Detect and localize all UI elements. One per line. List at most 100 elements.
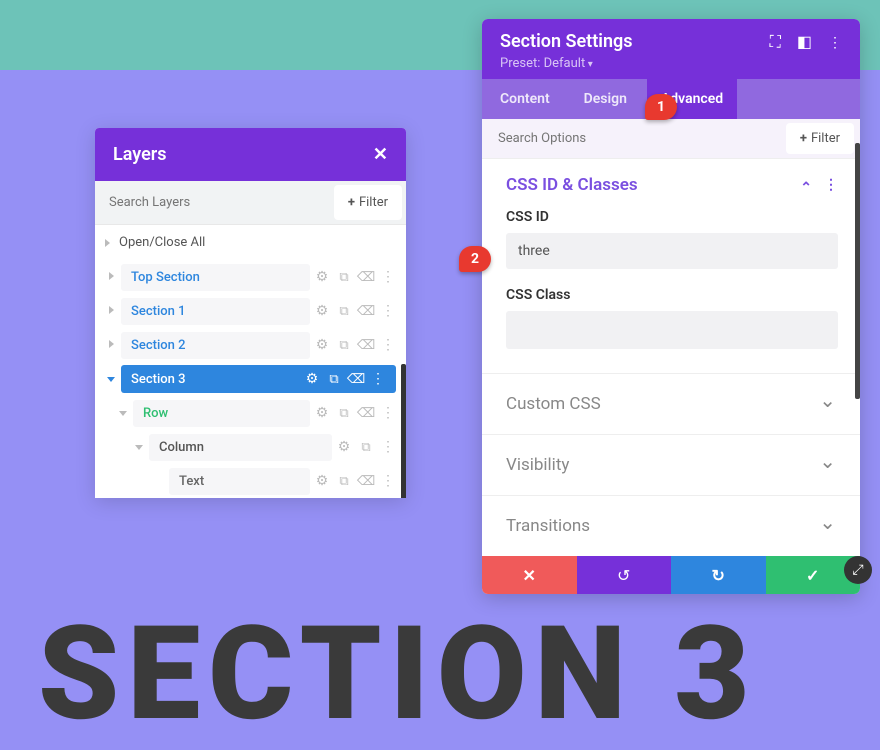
layer-tools bbox=[314, 473, 396, 489]
layer-tools bbox=[304, 371, 386, 387]
group-label: Visibility bbox=[506, 455, 569, 475]
settings-body: CSS ID & Classes CSS ID CSS Class bbox=[482, 159, 860, 373]
caret-icon[interactable] bbox=[105, 374, 117, 385]
group-transitions[interactable]: Transitions bbox=[482, 495, 860, 556]
chevron-down-icon bbox=[819, 453, 836, 477]
trash-icon[interactable] bbox=[358, 473, 374, 489]
group-header-css-id-classes[interactable]: CSS ID & Classes bbox=[506, 175, 838, 195]
more-icon[interactable] bbox=[380, 269, 396, 285]
more-icon[interactable] bbox=[380, 473, 396, 489]
open-close-all[interactable]: Open/Close All bbox=[95, 225, 406, 260]
caret-icon[interactable] bbox=[105, 272, 117, 283]
duplicate-icon[interactable] bbox=[336, 473, 352, 489]
trash-icon[interactable] bbox=[358, 303, 374, 319]
caret-icon[interactable] bbox=[105, 340, 117, 351]
gear-icon[interactable] bbox=[314, 303, 330, 319]
duplicate-icon[interactable] bbox=[336, 337, 352, 353]
group-custom-css[interactable]: Custom CSS bbox=[482, 373, 860, 434]
duplicate-icon[interactable] bbox=[336, 303, 352, 319]
layers-scrollbar[interactable] bbox=[401, 364, 406, 498]
more-icon[interactable] bbox=[824, 177, 838, 193]
preset-selector[interactable]: Preset: Default bbox=[500, 56, 842, 71]
layer-item-column[interactable]: Column bbox=[95, 430, 406, 464]
layers-search-row: Filter bbox=[95, 181, 406, 225]
duplicate-icon[interactable] bbox=[336, 269, 352, 285]
group-title: CSS ID & Classes bbox=[506, 175, 638, 195]
group-label: Custom CSS bbox=[506, 394, 601, 414]
duplicate-icon[interactable] bbox=[358, 439, 374, 455]
settings-scrollbar[interactable] bbox=[855, 143, 860, 399]
settings-search-input[interactable] bbox=[482, 120, 780, 157]
layer-item-section-1[interactable]: Section 1 bbox=[95, 294, 406, 328]
gear-icon[interactable] bbox=[314, 337, 330, 353]
duplicate-icon[interactable] bbox=[326, 371, 342, 387]
gear-icon[interactable] bbox=[336, 439, 352, 455]
tab-design[interactable]: Design bbox=[584, 79, 627, 119]
more-icon[interactable] bbox=[380, 405, 396, 421]
layer-label: Row bbox=[133, 400, 310, 427]
layer-item-text[interactable]: Text bbox=[95, 464, 406, 498]
trash-icon[interactable] bbox=[358, 337, 374, 353]
settings-title: Section Settings bbox=[500, 31, 633, 52]
settings-header: Section Settings Preset: Default bbox=[482, 19, 860, 79]
trash-icon[interactable] bbox=[358, 405, 374, 421]
layer-label: Column bbox=[149, 434, 332, 461]
more-icon[interactable] bbox=[828, 32, 842, 52]
group-visibility[interactable]: Visibility bbox=[482, 434, 860, 495]
layers-search-input[interactable] bbox=[95, 185, 330, 220]
layers-body: Open/Close All Top Section Section 1 bbox=[95, 225, 406, 498]
settings-footer bbox=[482, 556, 860, 594]
css-class-input[interactable] bbox=[506, 311, 838, 349]
group-label: Transitions bbox=[506, 516, 590, 536]
layers-filter-button[interactable]: Filter bbox=[334, 185, 402, 220]
layer-item-section-3[interactable]: Section 3 bbox=[95, 362, 406, 396]
close-icon[interactable]: ✕ bbox=[373, 144, 388, 165]
cancel-button[interactable] bbox=[482, 556, 577, 594]
layer-tools bbox=[336, 439, 396, 455]
more-icon[interactable] bbox=[370, 371, 386, 387]
settings-search-row: Filter bbox=[482, 119, 860, 159]
layer-item-top-section[interactable]: Top Section bbox=[95, 260, 406, 294]
layers-title: Layers bbox=[113, 144, 167, 165]
chevron-up-icon[interactable] bbox=[800, 177, 812, 193]
layer-item-section-2[interactable]: Section 2 bbox=[95, 328, 406, 362]
caret-icon[interactable] bbox=[117, 408, 129, 419]
layers-panel: Layers ✕ Filter Open/Close All Top Secti… bbox=[95, 128, 406, 498]
filter-label: Filter bbox=[359, 195, 388, 210]
tab-content[interactable]: Content bbox=[500, 79, 550, 119]
chevron-down-icon bbox=[819, 392, 836, 416]
trash-icon[interactable] bbox=[358, 269, 374, 285]
caret-icon[interactable] bbox=[105, 306, 117, 317]
layers-header: Layers ✕ bbox=[95, 128, 406, 181]
resize-handle-icon[interactable] bbox=[844, 556, 872, 584]
undo-button[interactable] bbox=[577, 556, 672, 594]
caret-icon[interactable] bbox=[133, 442, 145, 453]
gear-icon[interactable] bbox=[304, 371, 320, 387]
redo-button[interactable] bbox=[671, 556, 766, 594]
annotation-marker-1: 1 bbox=[645, 94, 677, 120]
layer-label-active: Section 3 bbox=[121, 365, 396, 393]
layer-tools bbox=[314, 269, 396, 285]
gear-icon[interactable] bbox=[314, 269, 330, 285]
gear-icon[interactable] bbox=[314, 473, 330, 489]
settings-header-icons bbox=[770, 32, 842, 52]
group-icons bbox=[800, 177, 838, 193]
more-icon[interactable] bbox=[380, 303, 396, 319]
layer-label: Section 2 bbox=[121, 332, 310, 359]
css-id-input[interactable] bbox=[506, 233, 838, 269]
trash-icon[interactable] bbox=[348, 371, 364, 387]
annotation-marker-2: 2 bbox=[459, 246, 491, 272]
snap-icon[interactable] bbox=[797, 32, 812, 52]
layer-label: Top Section bbox=[121, 264, 310, 291]
duplicate-icon[interactable] bbox=[336, 405, 352, 421]
more-icon[interactable] bbox=[380, 439, 396, 455]
layer-item-row[interactable]: Row bbox=[95, 396, 406, 430]
plus-icon bbox=[800, 131, 811, 146]
settings-filter-button[interactable]: Filter bbox=[786, 123, 854, 154]
gear-icon[interactable] bbox=[314, 405, 330, 421]
redo-icon bbox=[712, 566, 725, 585]
more-icon[interactable] bbox=[380, 337, 396, 353]
page-section-title: SECTION 3 bbox=[38, 597, 758, 750]
fullscreen-icon[interactable] bbox=[770, 32, 781, 52]
undo-icon bbox=[617, 566, 630, 585]
